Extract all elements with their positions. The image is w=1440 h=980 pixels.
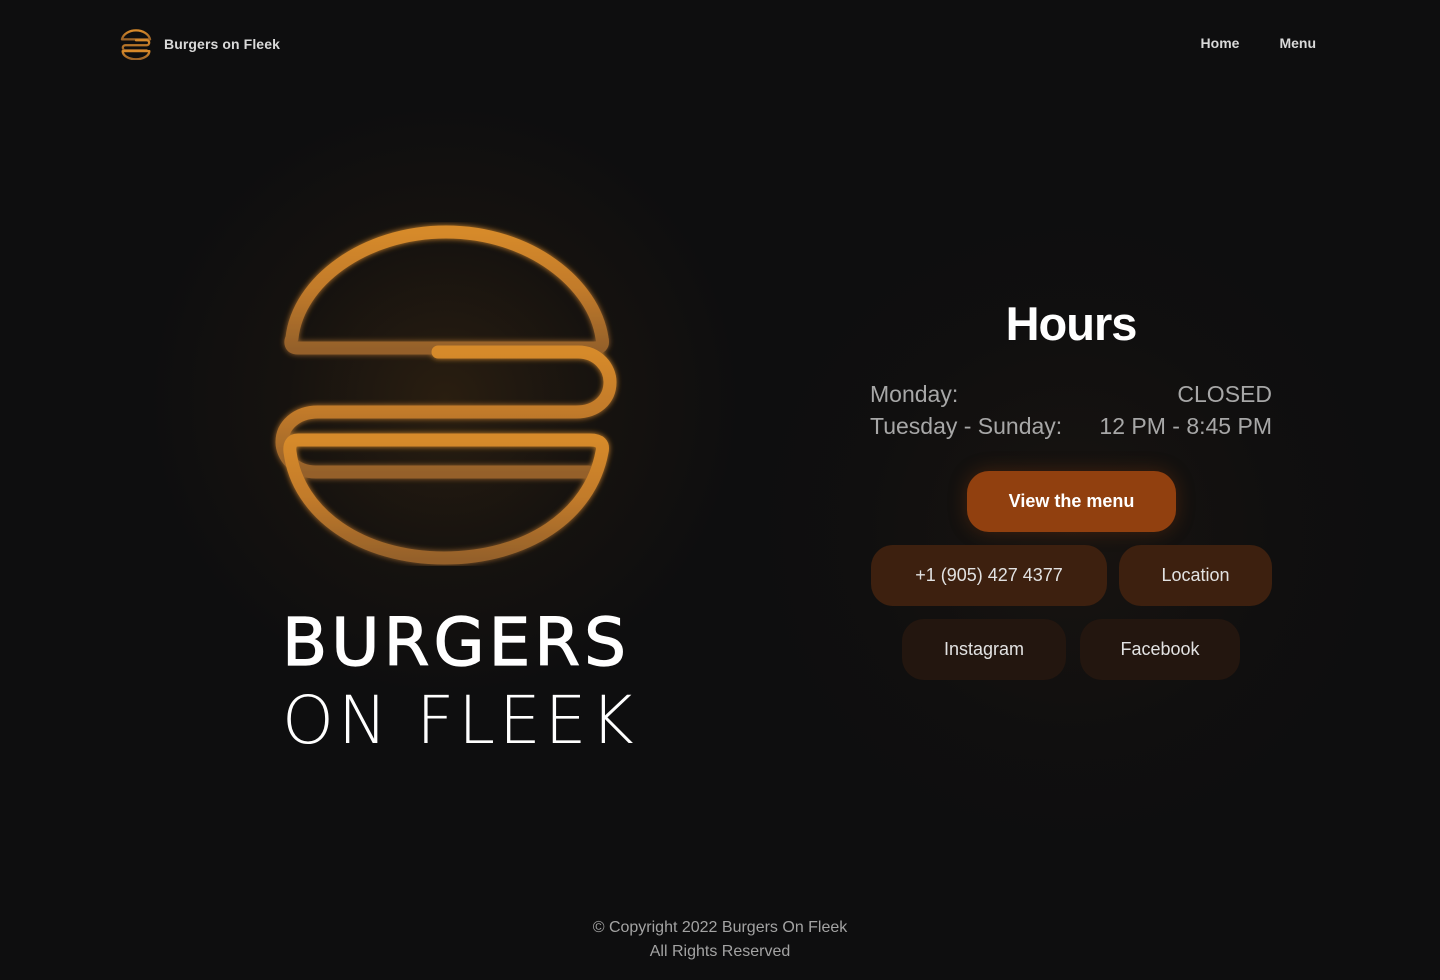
wordmark-burgers: BURGERS	[281, 603, 631, 681]
hours-time: 12 PM - 8:45 PM	[1099, 413, 1272, 439]
nav-menu[interactable]: Menu	[1279, 35, 1316, 51]
burger-logo-icon	[275, 225, 617, 565]
view-menu-button[interactable]: View the menu	[967, 471, 1176, 532]
hours-row: Monday: CLOSED	[870, 378, 1272, 410]
brand-link[interactable]: Burgers on Fleek	[120, 28, 280, 60]
hours-row: Tuesday - Sunday: 12 PM - 8:45 PM	[870, 410, 1272, 442]
hours-time: CLOSED	[1177, 381, 1272, 407]
brand-name: Burgers on Fleek	[164, 36, 280, 52]
burger-logo-icon	[120, 29, 152, 60]
hours-day: Tuesday - Sunday:	[870, 413, 1063, 439]
copyright-text: © Copyright 2022 Burgers On Fleek	[592, 919, 848, 936]
facebook-button[interactable]: Facebook	[1080, 619, 1240, 680]
wordmark-on-fleek: ON FLEEK	[282, 682, 638, 759]
hours-title: Hours	[1005, 297, 1138, 350]
phone-button[interactable]: +1 (905) 427 4377	[871, 545, 1107, 606]
footer: © Copyright 2022 Burgers On Fleek All Ri…	[0, 916, 1440, 964]
hours-day: Monday:	[870, 381, 959, 407]
hours-panel: Hours Monday: CLOSED Tuesday - Sunday: 1…	[870, 292, 1272, 442]
instagram-button[interactable]: Instagram	[902, 619, 1066, 680]
nav-home[interactable]: Home	[1201, 35, 1240, 51]
hero-wordmark: BURGERS ON FLEEK	[281, 603, 638, 760]
page: Burgers on Fleek Home Menu BURGERS ON FL…	[0, 0, 1440, 980]
rights-text: All Rights Reserved	[649, 943, 791, 960]
main-nav: Home Menu	[1201, 35, 1316, 51]
location-button[interactable]: Location	[1119, 545, 1272, 606]
